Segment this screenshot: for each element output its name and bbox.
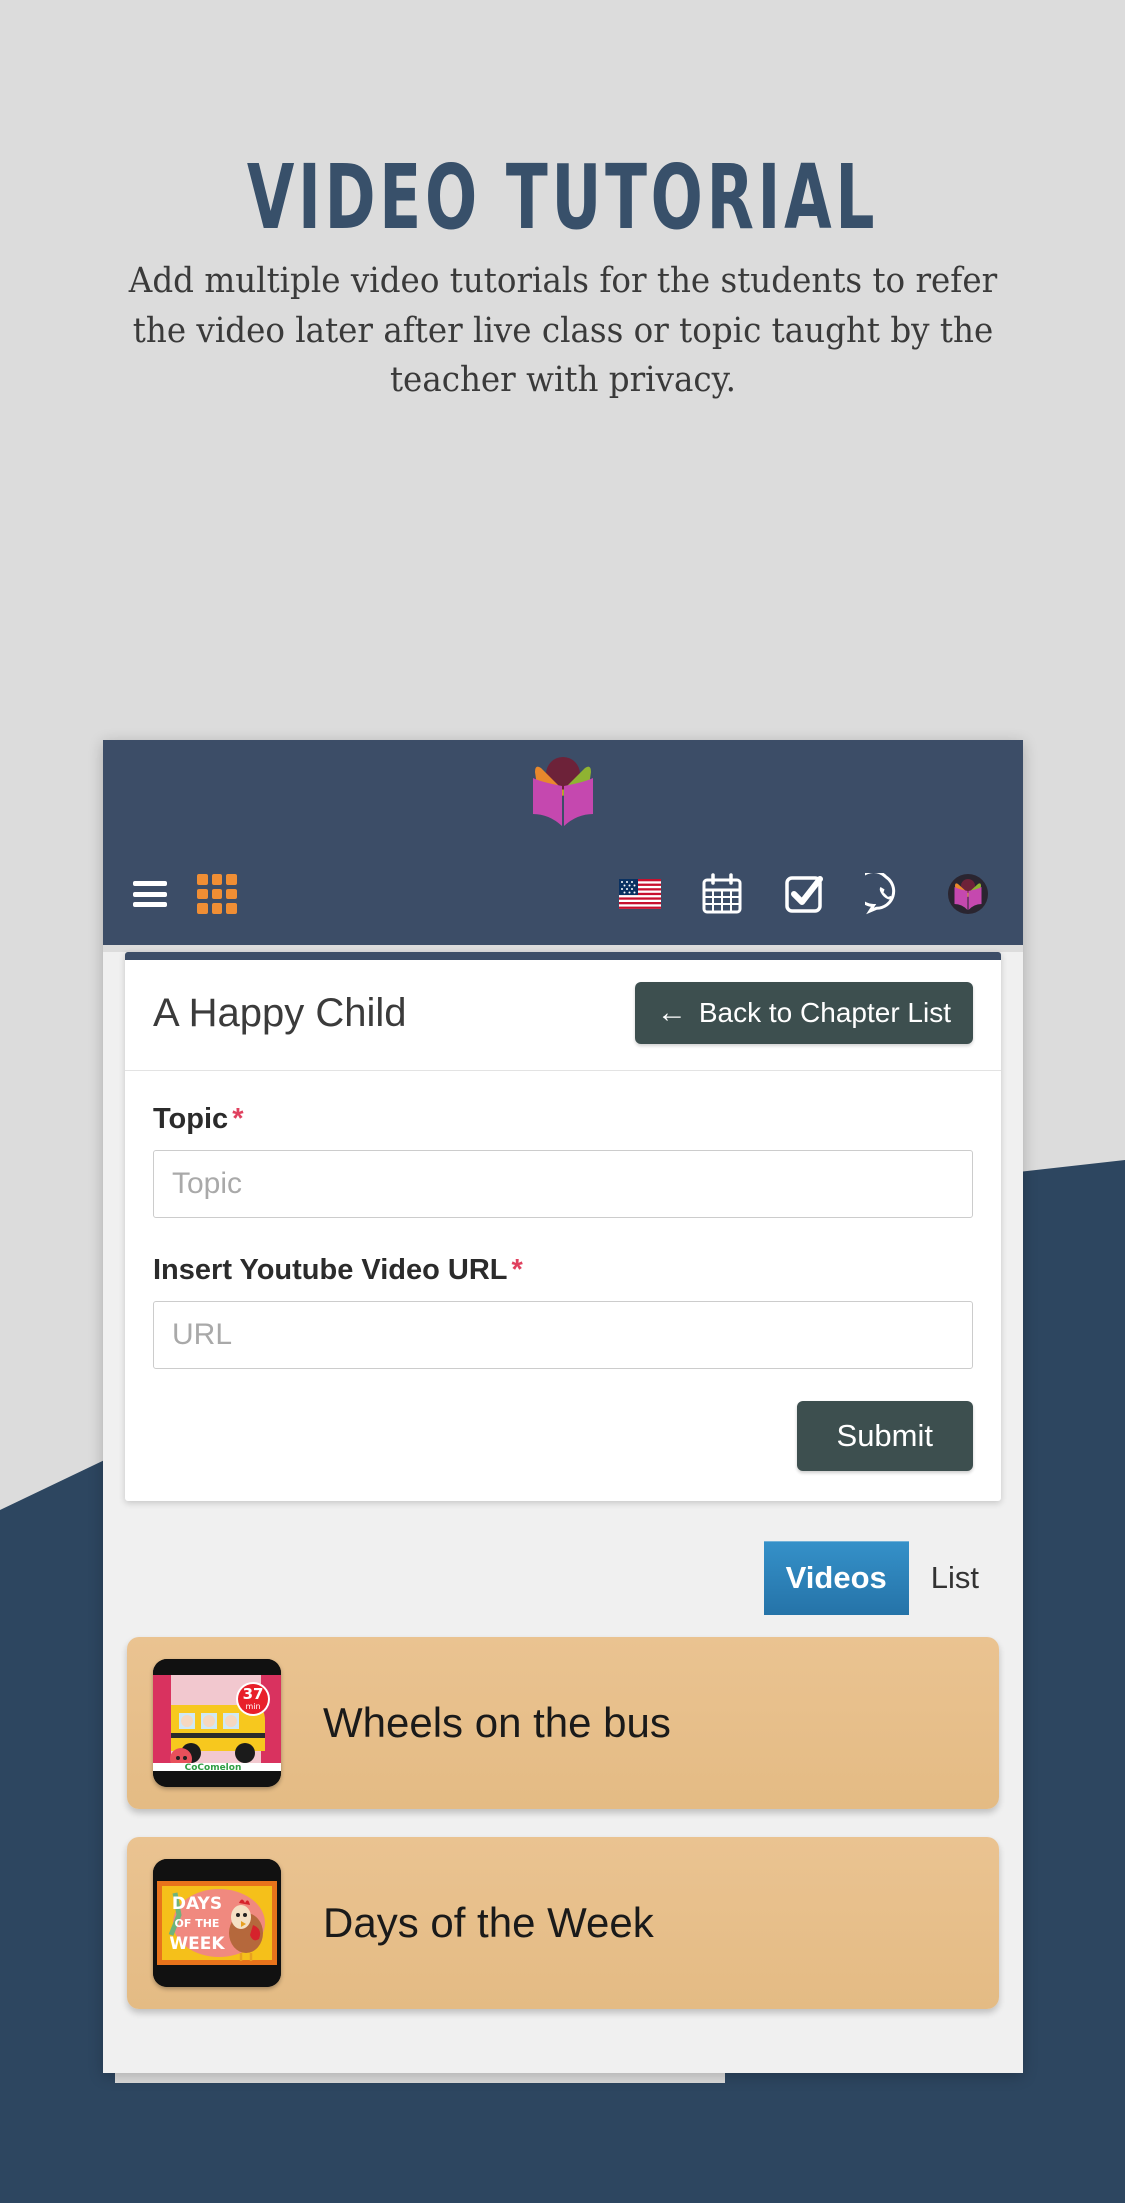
- checkbox-checked-icon[interactable]: [783, 873, 825, 915]
- form-card-header: A Happy Child ← Back to Chapter List: [125, 960, 1001, 1071]
- youtube-url-label-text: Insert Youtube Video URL: [153, 1254, 508, 1286]
- decorative-shape-bottom: [0, 2083, 1125, 2203]
- calendar-icon[interactable]: [701, 873, 743, 915]
- svg-text:WEEK: WEEK: [169, 1934, 225, 1954]
- submit-button[interactable]: Submit: [796, 1401, 973, 1471]
- hamburger-bar: [133, 902, 167, 907]
- youtube-url-field-label: Insert Youtube Video URL *: [153, 1254, 973, 1287]
- us-flag-icon[interactable]: [619, 873, 661, 915]
- hero-section: VIDEO TUTORIAL Add multiple video tutori…: [0, 0, 1125, 406]
- back-button-label: Back to Chapter List: [698, 997, 951, 1028]
- youtube-url-input[interactable]: [153, 1301, 973, 1369]
- chapter-title: A Happy Child: [153, 990, 407, 1035]
- hero-subtitle: Add multiple video tutorials for the stu…: [128, 261, 997, 401]
- days-of-the-week-chicken-thumbnail: DAYS OF THE WEEK: [153, 1859, 281, 1987]
- app-nav-row: [103, 863, 1023, 925]
- required-asterisk: *: [511, 1254, 523, 1286]
- video-title: Wheels on the bus: [323, 1699, 671, 1746]
- back-to-chapter-list-button[interactable]: ← Back to Chapter List: [634, 982, 973, 1044]
- app-window: A Happy Child ← Back to Chapter List Top…: [103, 740, 1023, 2073]
- hamburger-bar: [133, 891, 167, 897]
- svg-text:OF THE: OF THE: [175, 1917, 220, 1930]
- grid-cell: [226, 888, 237, 900]
- open-book-logo-icon: [533, 757, 593, 826]
- apps-grid-icon[interactable]: [197, 874, 237, 914]
- grid-cell: [197, 874, 208, 885]
- field-spacer: [153, 1218, 973, 1246]
- video-list-item[interactable]: DAYS OF THE WEEK Days of the Week: [127, 1837, 999, 2009]
- video-list-item[interactable]: 37 min CoComelon Wheels on the bus: [127, 1637, 999, 1809]
- app-body: A Happy Child ← Back to Chapter List Top…: [103, 952, 1023, 2073]
- tab-videos[interactable]: Videos: [763, 1541, 909, 1615]
- video-title: Days of the Week: [323, 1899, 654, 1946]
- tab-list[interactable]: List: [909, 1541, 1001, 1615]
- back-arrow-icon: ←: [656, 996, 687, 1029]
- video-list: 37 min CoComelon Wheels on the bus DAYS …: [103, 1615, 1023, 2009]
- form-body: Topic* Insert Youtube Video URL* Submit: [125, 1071, 1001, 1501]
- hamburger-menu-icon[interactable]: [133, 881, 167, 907]
- svg-text:min: min: [245, 1702, 260, 1711]
- user-avatar-logo-icon[interactable]: [947, 873, 989, 915]
- grid-cell: [197, 903, 208, 914]
- svg-text:37: 37: [243, 1685, 264, 1703]
- topic-label-text: Topic: [153, 1103, 229, 1135]
- submit-row: Submit: [153, 1401, 973, 1471]
- video-tabs: Videos List: [103, 1541, 1001, 1615]
- video-form-card: A Happy Child ← Back to Chapter List Top…: [125, 952, 1001, 1501]
- grid-cell: [197, 888, 208, 900]
- nav-left-group: [103, 874, 237, 914]
- topic-input[interactable]: [153, 1150, 973, 1218]
- hamburger-bar: [133, 881, 167, 886]
- grid-cell: [226, 874, 237, 885]
- topic-field-label: Topic *: [153, 1103, 973, 1136]
- required-asterisk: *: [232, 1103, 244, 1135]
- svg-text:CoComelon: CoComelon: [185, 1763, 242, 1773]
- svg-text:DAYS: DAYS: [172, 1894, 222, 1914]
- cocomelon-school-bus-thumbnail: 37 min CoComelon: [153, 1659, 281, 1787]
- grid-cell: [211, 903, 223, 914]
- grid-cell: [211, 874, 223, 885]
- whatsapp-icon[interactable]: [865, 873, 907, 915]
- app-header: [103, 740, 1023, 945]
- grid-cell: [211, 888, 223, 900]
- nav-right-group: [619, 873, 1023, 915]
- grid-cell: [226, 903, 237, 914]
